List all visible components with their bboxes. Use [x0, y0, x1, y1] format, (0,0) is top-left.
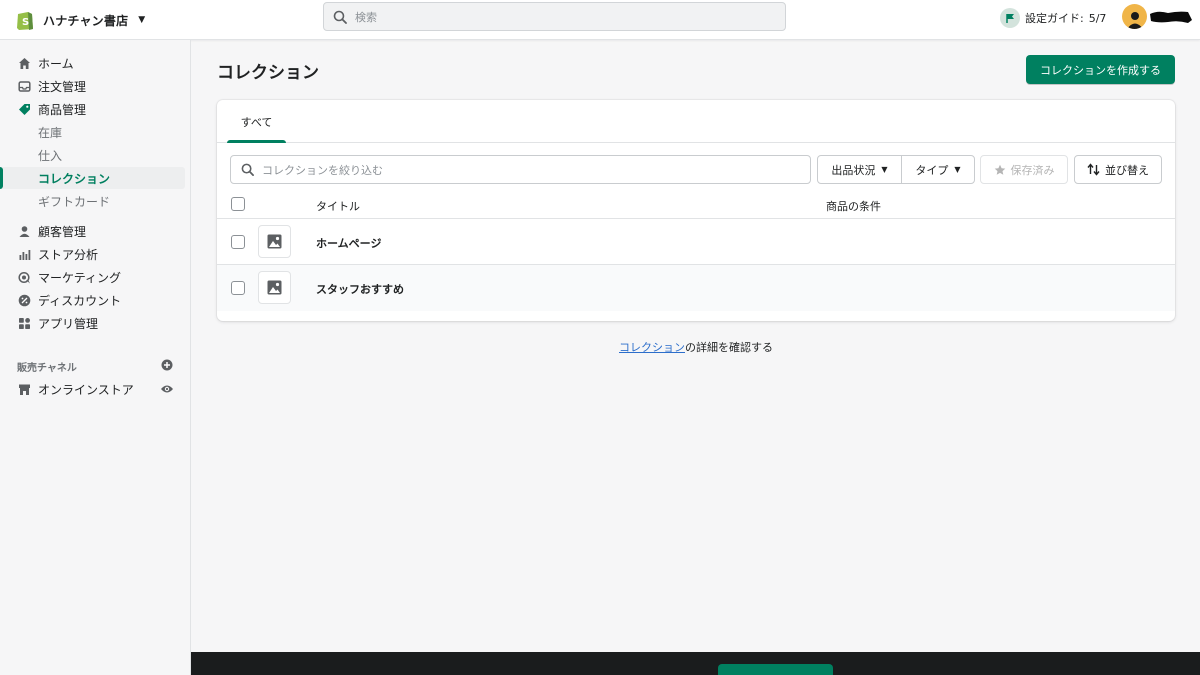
sidebar-item-label: オンラインストア — [38, 382, 134, 397]
target-icon — [17, 270, 31, 284]
shopify-logo-icon: S — [17, 12, 33, 30]
page-title: コレクション — [217, 63, 319, 83]
bar-chart-icon — [17, 247, 31, 261]
inbox-icon — [17, 79, 31, 93]
image-placeholder-icon — [258, 225, 291, 258]
sidebar-subitem-purchase-orders[interactable]: 仕入 — [0, 144, 191, 166]
sidebar-item-label: 商品管理 — [38, 102, 87, 117]
status-filter-label: 出品状況 — [831, 163, 876, 177]
sidebar-item-products[interactable]: 商品管理 — [0, 98, 191, 120]
search-placeholder: 検索 — [355, 10, 377, 24]
tag-icon — [17, 102, 31, 116]
learn-more-link[interactable]: コレクション — [619, 341, 685, 354]
person-icon — [17, 224, 31, 238]
store-icon — [17, 382, 31, 396]
saved-views-button[interactable]: 保存済み — [980, 155, 1068, 184]
store-switcher[interactable]: S ハナチャン書店 ▼ — [15, 0, 145, 40]
top-bar: S ハナチャン書店 ▼ 検索 設定ガイド: 5/7 — [0, 0, 1200, 40]
sidebar-item-label: 注文管理 — [38, 79, 87, 94]
setup-guide-button[interactable]: 設定ガイド: 5/7 — [1000, 0, 1106, 36]
collection-filter-input[interactable]: コレクションを絞り込む — [230, 155, 811, 184]
search-icon — [333, 10, 347, 24]
table-header: タイトル 商品の条件 — [217, 192, 1175, 219]
sidebar-subitem-gift-cards[interactable]: ギフトカード — [0, 190, 191, 212]
chevron-down-icon: ▼ — [138, 15, 146, 25]
sidebar-item-orders[interactable]: 注文管理 — [0, 75, 191, 97]
collection-title[interactable]: ホームページ — [316, 235, 381, 251]
setup-guide-label: 設定ガイド: — [1025, 12, 1084, 25]
column-title: タイトル — [316, 200, 360, 213]
home-icon — [17, 56, 31, 70]
search-icon — [241, 163, 254, 176]
sidebar-item-analytics[interactable]: ストア分析 — [0, 243, 191, 265]
table-row[interactable]: スタッフおすすめ — [217, 265, 1175, 311]
row-checkbox[interactable] — [231, 281, 245, 295]
store-name: ハナチャン書店 — [43, 13, 129, 28]
sidebar-item-discounts[interactable]: ディスカウント — [0, 289, 191, 311]
redacted-name — [1150, 11, 1192, 23]
svg-text:S: S — [22, 17, 29, 28]
sidebar-item-label: マーケティング — [38, 270, 122, 285]
sidebar-item-label: ストア分析 — [38, 247, 99, 262]
sidebar: ホーム 注文管理 商品管理 在庫 仕入 コレクション ギフトカード 顧客管理 ス… — [0, 40, 191, 675]
sort-label: 並び替え — [1105, 163, 1149, 177]
star-icon — [994, 164, 1005, 175]
learn-more-text: コレクションの詳細を確認する — [0, 339, 1200, 355]
caret-down-icon: ▼ — [881, 165, 888, 174]
active-indicator — [0, 167, 3, 189]
sort-arrows-icon — [1087, 163, 1100, 176]
sidebar-item-home[interactable]: ホーム — [0, 52, 191, 74]
select-all-checkbox[interactable] — [231, 197, 245, 211]
sidebar-item-label: ホーム — [38, 56, 74, 71]
saved-label: 保存済み — [1010, 163, 1055, 177]
search-input[interactable]: 検索 — [323, 2, 786, 31]
sidebar-item-label: ディスカウント — [38, 293, 122, 308]
create-collection-button[interactable]: コレクションを作成する — [1026, 55, 1175, 84]
discount-icon — [17, 293, 31, 307]
sidebar-subitem-collections[interactable]: コレクション — [0, 167, 185, 189]
status-filter-button[interactable]: 出品状況 ▼ — [817, 155, 902, 184]
sidebar-item-label: 顧客管理 — [38, 224, 87, 239]
collections-card: すべて コレクションを絞り込む 出品状況 ▼ タイプ ▼ 保存済み 並び替え タ… — [217, 100, 1175, 321]
bottom-bar — [191, 652, 1200, 675]
tab-active-indicator — [227, 140, 286, 143]
type-filter-label: タイプ — [915, 163, 949, 177]
row-checkbox[interactable] — [231, 235, 245, 249]
sort-button[interactable]: 並び替え — [1074, 155, 1162, 184]
learn-more-suffix: の詳細を確認する — [685, 341, 773, 354]
sidebar-item-apps[interactable]: アプリ管理 — [0, 312, 191, 334]
sales-channels-heading: 販売チャネル — [17, 363, 77, 374]
apps-icon — [17, 316, 31, 330]
avatar[interactable] — [1122, 4, 1147, 29]
caret-down-icon: ▼ — [954, 165, 961, 174]
sidebar-subitem-inventory[interactable]: 在庫 — [0, 121, 191, 143]
tab-bar: すべて — [217, 100, 1175, 143]
eye-icon[interactable] — [160, 383, 174, 395]
sidebar-item-customers[interactable]: 顧客管理 — [0, 220, 191, 242]
type-filter-button[interactable]: タイプ ▼ — [901, 155, 975, 184]
add-channel-icon[interactable] — [161, 359, 173, 371]
column-conditions: 商品の条件 — [826, 200, 881, 213]
bottom-bar-button[interactable] — [718, 664, 833, 675]
image-placeholder-icon — [258, 271, 291, 304]
table-row[interactable]: ホームページ — [217, 219, 1175, 265]
tab-all[interactable]: すべて — [227, 100, 286, 143]
flag-icon — [1000, 8, 1020, 28]
user-icon — [1126, 12, 1143, 29]
setup-guide-progress: 5/7 — [1088, 11, 1107, 25]
collection-title[interactable]: スタッフおすすめ — [316, 281, 404, 297]
sidebar-item-label: アプリ管理 — [38, 316, 99, 331]
sidebar-item-marketing[interactable]: マーケティング — [0, 266, 191, 288]
filter-placeholder: コレクションを絞り込む — [262, 163, 383, 177]
